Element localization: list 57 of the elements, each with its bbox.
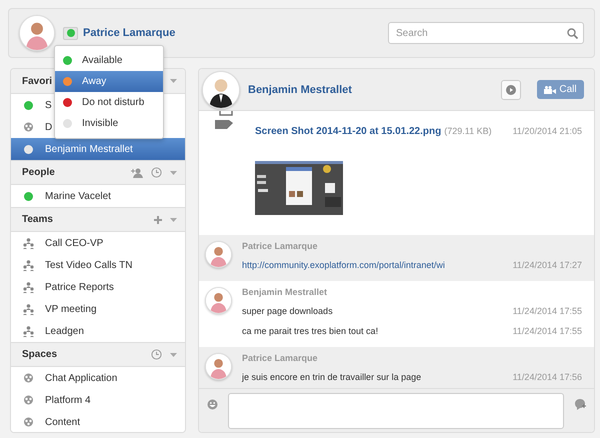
search-icon[interactable]: [567, 28, 578, 38]
plus-icon[interactable]: [154, 216, 162, 224]
space-icon: [22, 122, 34, 132]
clock-icon[interactable]: [151, 167, 162, 178]
status-icon: [66, 29, 74, 37]
team-icon: [22, 304, 34, 314]
message-text: ca me parait tres tres bien tout ca!: [242, 326, 378, 336]
play-button[interactable]: [501, 80, 521, 100]
smiley-icon[interactable]: [207, 399, 218, 410]
status-button[interactable]: [63, 26, 78, 40]
sidebar-item[interactable]: Benjamin Mestrallet: [11, 138, 185, 160]
message-time: 11/20/2014 21:05: [512, 126, 582, 136]
message-author: Benjamin Mestrallet: [242, 287, 328, 299]
status-option[interactable]: Available: [55, 50, 163, 71]
play-icon: [506, 84, 516, 94]
caret-icon[interactable]: [170, 218, 177, 222]
message-author: Patrice Lamarque: [242, 353, 319, 365]
team-icon: [22, 326, 34, 336]
space-icon: [22, 416, 34, 428]
message-time: 11/24/2014 17:56: [512, 372, 582, 382]
team-icon: [22, 238, 34, 248]
chat-title: Benjamin Mestrallet: [248, 84, 352, 96]
caret-icon[interactable]: [170, 352, 177, 356]
user-name[interactable]: Patrice Lamarque: [83, 27, 176, 39]
status-option[interactable]: Away: [55, 71, 163, 92]
section-title: Spaces: [22, 349, 58, 360]
chat-bubble-icon[interactable]: [574, 399, 586, 410]
search-field[interactable]: Search: [388, 22, 584, 44]
video-camera-icon: [544, 86, 556, 94]
space-icon: [22, 372, 34, 384]
section-title: Favori: [22, 76, 52, 86]
message-text: je suis encore en trin de travailler sur la page: [242, 372, 422, 382]
caret-icon[interactable]: [170, 170, 177, 174]
avatar: [19, 15, 55, 51]
status-option[interactable]: Invisible: [55, 113, 163, 134]
team-icon: [22, 282, 34, 292]
message-author: Patrice Lamarque: [242, 241, 319, 253]
file-link[interactable]: Screen Shot 2014-11-20 at 15.01.22.png: [255, 126, 442, 137]
avatar: [205, 287, 232, 314]
add-person-icon[interactable]: [130, 168, 143, 178]
status-option[interactable]: Do not disturb: [55, 92, 163, 113]
section-title: People: [22, 167, 55, 178]
message-time: 11/24/2014 17:55: [512, 326, 582, 336]
search-input[interactable]: Search: [394, 26, 567, 40]
team-icon: [22, 260, 34, 270]
message-time: 11/24/2014 17:27: [512, 260, 582, 270]
message-time: 11/24/2014 17:55: [512, 306, 582, 316]
space-icon: [22, 394, 34, 406]
caret-icon[interactable]: [170, 79, 177, 83]
file-size: (729.11 KB): [444, 126, 492, 136]
avatar: [205, 241, 232, 268]
message-input[interactable]: [228, 393, 564, 429]
clock-icon[interactable]: [151, 349, 162, 360]
avatar: [205, 353, 232, 380]
section-title: Teams: [22, 214, 53, 225]
message-text: super page downloads: [242, 306, 333, 316]
message-link[interactable]: http://community.exoplatform.com/portal/intranet/wi: [242, 260, 445, 270]
